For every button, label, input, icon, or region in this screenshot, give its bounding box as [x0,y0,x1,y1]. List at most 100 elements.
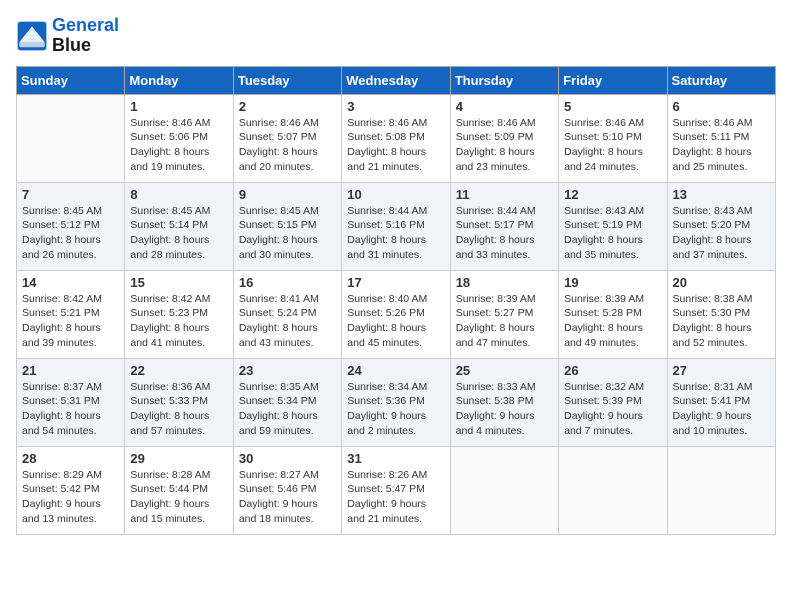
day-info: Sunrise: 8:44 AM Sunset: 5:16 PM Dayligh… [347,204,444,263]
day-number: 12 [564,187,661,202]
day-info: Sunrise: 8:43 AM Sunset: 5:19 PM Dayligh… [564,204,661,263]
day-info: Sunrise: 8:45 AM Sunset: 5:12 PM Dayligh… [22,204,119,263]
day-info: Sunrise: 8:45 AM Sunset: 5:14 PM Dayligh… [130,204,227,263]
calendar-cell: 31 Sunrise: 8:26 AM Sunset: 5:47 PM Dayli… [342,446,450,534]
header-row: SundayMondayTuesdayWednesdayThursdayFrid… [17,66,776,94]
day-info: Sunrise: 8:46 AM Sunset: 5:08 PM Dayligh… [347,116,444,175]
day-number: 25 [456,363,553,378]
day-number: 15 [130,275,227,290]
weekday-header-tuesday: Tuesday [233,66,341,94]
day-info: Sunrise: 8:46 AM Sunset: 5:11 PM Dayligh… [673,116,770,175]
calendar-cell: 8 Sunrise: 8:45 AM Sunset: 5:14 PM Daylig… [125,182,233,270]
day-number: 14 [22,275,119,290]
calendar-cell: 29 Sunrise: 8:28 AM Sunset: 5:44 PM Dayli… [125,446,233,534]
calendar-cell: 3 Sunrise: 8:46 AM Sunset: 5:08 PM Daylig… [342,94,450,182]
calendar-cell: 10 Sunrise: 8:44 AM Sunset: 5:16 PM Dayli… [342,182,450,270]
day-number: 24 [347,363,444,378]
day-info: Sunrise: 8:34 AM Sunset: 5:36 PM Dayligh… [347,380,444,439]
calendar-cell: 18 Sunrise: 8:39 AM Sunset: 5:27 PM Dayli… [450,270,558,358]
calendar-cell: 20 Sunrise: 8:38 AM Sunset: 5:30 PM Dayli… [667,270,775,358]
day-info: Sunrise: 8:40 AM Sunset: 5:26 PM Dayligh… [347,292,444,351]
day-number: 26 [564,363,661,378]
day-info: Sunrise: 8:46 AM Sunset: 5:06 PM Dayligh… [130,116,227,175]
day-info: Sunrise: 8:46 AM Sunset: 5:09 PM Dayligh… [456,116,553,175]
week-row-1: 1Sunrise: 8:46 AM Sunset: 5:06 PM Daylig… [17,94,776,182]
day-info: Sunrise: 8:29 AM Sunset: 5:42 PM Dayligh… [22,468,119,527]
calendar-cell: 25Sunrise: 8:33 AM Sunset: 5:38 PM Dayli… [450,358,558,446]
day-info: Sunrise: 8:31 AM Sunset: 5:41 PM Dayligh… [673,380,770,439]
calendar-cell: 14 Sunrise: 8:42 AM Sunset: 5:21 PM Dayli… [17,270,125,358]
day-number: 19 [564,275,661,290]
day-number: 18 [456,275,553,290]
calendar-cell [559,446,667,534]
calendar-cell [667,446,775,534]
week-row-5: 28 Sunrise: 8:29 AM Sunset: 5:42 PM Dayli… [17,446,776,534]
day-number: 8 [130,187,227,202]
weekday-header-monday: Monday [125,66,233,94]
calendar-cell: 16 Sunrise: 8:41 AM Sunset: 5:24 PM Dayli… [233,270,341,358]
calendar-cell: 17Sunrise: 8:40 AM Sunset: 5:26 PM Dayli… [342,270,450,358]
day-number: 31 [347,451,444,466]
day-info: Sunrise: 8:32 AM Sunset: 5:39 PM Dayligh… [564,380,661,439]
day-info: Sunrise: 8:42 AM Sunset: 5:21 PM Dayligh… [22,292,119,351]
day-number: 3 [347,99,444,114]
day-info: Sunrise: 8:28 AM Sunset: 5:44 PM Dayligh… [130,468,227,527]
day-info: Sunrise: 8:35 AM Sunset: 5:34 PM Dayligh… [239,380,336,439]
calendar-cell: 30 Sunrise: 8:27 AM Sunset: 5:46 PM Dayli… [233,446,341,534]
calendar-cell [450,446,558,534]
day-number: 9 [239,187,336,202]
calendar-cell: 24 Sunrise: 8:34 AM Sunset: 5:36 PM Dayli… [342,358,450,446]
week-row-2: 7 Sunrise: 8:45 AM Sunset: 5:12 PM Daylig… [17,182,776,270]
calendar-cell: 28 Sunrise: 8:29 AM Sunset: 5:42 PM Dayli… [17,446,125,534]
calendar-cell: 12 Sunrise: 8:43 AM Sunset: 5:19 PM Dayli… [559,182,667,270]
calendar-cell [17,94,125,182]
day-info: Sunrise: 8:42 AM Sunset: 5:23 PM Dayligh… [130,292,227,351]
day-info: Sunrise: 8:41 AM Sunset: 5:24 PM Dayligh… [239,292,336,351]
day-number: 23 [239,363,336,378]
day-info: Sunrise: 8:45 AM Sunset: 5:15 PM Dayligh… [239,204,336,263]
calendar-cell: 6 Sunrise: 8:46 AM Sunset: 5:11 PM Daylig… [667,94,775,182]
day-number: 28 [22,451,119,466]
page-header: General Blue [16,16,776,56]
logo: General Blue [16,16,119,56]
day-number: 20 [673,275,770,290]
day-number: 29 [130,451,227,466]
calendar-cell: 15 Sunrise: 8:42 AM Sunset: 5:23 PM Dayli… [125,270,233,358]
day-number: 4 [456,99,553,114]
calendar-cell: 21Sunrise: 8:37 AM Sunset: 5:31 PM Dayli… [17,358,125,446]
weekday-header-sunday: Sunday [17,66,125,94]
day-info: Sunrise: 8:38 AM Sunset: 5:30 PM Dayligh… [673,292,770,351]
day-number: 10 [347,187,444,202]
calendar-cell: 13Sunrise: 8:43 AM Sunset: 5:20 PM Dayli… [667,182,775,270]
calendar-cell: 4 Sunrise: 8:46 AM Sunset: 5:09 PM Daylig… [450,94,558,182]
calendar-cell: 23 Sunrise: 8:35 AM Sunset: 5:34 PM Dayli… [233,358,341,446]
weekday-header-wednesday: Wednesday [342,66,450,94]
calendar-cell: 2Sunrise: 8:46 AM Sunset: 5:07 PM Daylig… [233,94,341,182]
calendar-table: SundayMondayTuesdayWednesdayThursdayFrid… [16,66,776,535]
day-number: 5 [564,99,661,114]
day-info: Sunrise: 8:26 AM Sunset: 5:47 PM Dayligh… [347,468,444,527]
calendar-cell: 5Sunrise: 8:46 AM Sunset: 5:10 PM Daylig… [559,94,667,182]
day-info: Sunrise: 8:39 AM Sunset: 5:27 PM Dayligh… [456,292,553,351]
calendar-cell: 22 Sunrise: 8:36 AM Sunset: 5:33 PM Dayli… [125,358,233,446]
week-row-4: 21Sunrise: 8:37 AM Sunset: 5:31 PM Dayli… [17,358,776,446]
day-info: Sunrise: 8:46 AM Sunset: 5:07 PM Dayligh… [239,116,336,175]
day-info: Sunrise: 8:39 AM Sunset: 5:28 PM Dayligh… [564,292,661,351]
day-number: 22 [130,363,227,378]
day-number: 6 [673,99,770,114]
calendar-cell: 27 Sunrise: 8:31 AM Sunset: 5:41 PM Dayli… [667,358,775,446]
day-number: 16 [239,275,336,290]
calendar-cell: 11Sunrise: 8:44 AM Sunset: 5:17 PM Dayli… [450,182,558,270]
day-info: Sunrise: 8:43 AM Sunset: 5:20 PM Dayligh… [673,204,770,263]
day-number: 21 [22,363,119,378]
day-number: 7 [22,187,119,202]
week-row-3: 14 Sunrise: 8:42 AM Sunset: 5:21 PM Dayli… [17,270,776,358]
day-number: 30 [239,451,336,466]
day-number: 27 [673,363,770,378]
weekday-header-friday: Friday [559,66,667,94]
day-info: Sunrise: 8:36 AM Sunset: 5:33 PM Dayligh… [130,380,227,439]
day-info: Sunrise: 8:27 AM Sunset: 5:46 PM Dayligh… [239,468,336,527]
weekday-header-thursday: Thursday [450,66,558,94]
calendar-cell: 9 Sunrise: 8:45 AM Sunset: 5:15 PM Daylig… [233,182,341,270]
calendar-cell: 1Sunrise: 8:46 AM Sunset: 5:06 PM Daylig… [125,94,233,182]
